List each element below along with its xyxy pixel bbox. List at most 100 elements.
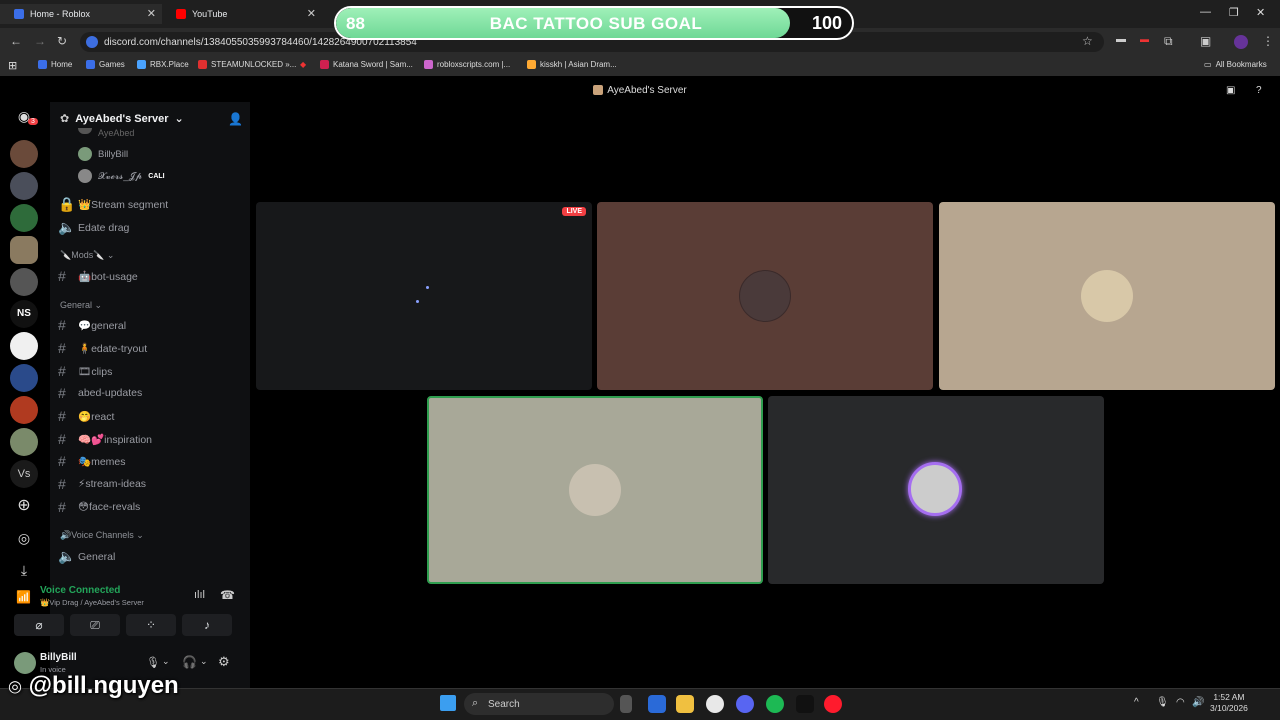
bookmark-home[interactable]: Home [38,60,72,69]
bookmark-games[interactable]: Games [86,60,125,69]
profile-avatar[interactable] [1234,35,1248,49]
signal-icon[interactable]: 📶 [16,590,31,604]
channel-bot-usage[interactable]: # 🤖bot-usage [58,268,248,284]
channel-general[interactable]: # 💬general [58,317,248,333]
stream-tile[interactable]: LIVE [256,202,592,390]
activities-button[interactable]: ⁘ [126,614,176,636]
chevron-down-icon[interactable]: ⌄ [162,656,170,667]
discord-icon[interactable] [736,695,754,713]
tab-youtube[interactable]: YouTube ✕ [162,4,322,24]
headphones-icon[interactable]: 🎧 [182,655,197,669]
system-clock[interactable]: 1:52 AM 3/10/2026 [1210,692,1248,714]
noise-suppression-icon[interactable]: ılıl [194,589,205,601]
minimize-icon[interactable]: — [1200,6,1211,18]
mic-tray-icon[interactable]: 🎙 [1156,697,1169,708]
channel-clips[interactable]: # 🎞clips [58,363,248,379]
discover-icon[interactable]: ◎ [10,524,38,552]
start-button-icon[interactable] [440,695,456,711]
speaker-icon: 🔈 [58,219,76,235]
category-voice-channels[interactable]: 🔊Voice Channels ⌄ [60,530,144,541]
channel-voice-general[interactable]: 🔈 General [58,548,248,565]
camera-off-button[interactable]: ⌀ [14,614,64,636]
side-panel-icon[interactable]: ▣ [1200,34,1211,48]
server-icon[interactable] [10,332,38,360]
taskbar-search[interactable]: ⌕ Search [464,693,614,715]
voice-member[interactable]: AyeAbed [78,128,134,138]
server-icon[interactable] [10,396,38,424]
extensions-puzzle-icon[interactable]: ⧉ [1164,34,1173,49]
server-icon-ns[interactable]: NS [10,300,38,328]
taskbar-app-icon[interactable] [796,695,814,713]
server-icon[interactable] [10,364,38,392]
channel-abed-updates[interactable]: # abed-updates [58,385,248,401]
extension-icon[interactable]: ▬ [1116,34,1126,45]
category-general[interactable]: General ⌄ [60,300,102,311]
category-mods[interactable]: 🔪Mods🔪 ⌄ [60,250,114,261]
participant-tile[interactable] [768,396,1104,584]
restore-icon[interactable]: ❐ [1229,6,1239,19]
channel-stream-ideas[interactable]: # ⚡stream-ideas [58,476,248,492]
avatar[interactable] [14,652,36,674]
server-icon[interactable] [10,428,38,456]
bookmark-steamunlocked[interactable]: STEAMUNLOCKED »... [198,60,296,69]
chevron-down-icon[interactable]: ⌄ [200,656,208,667]
invite-icon[interactable]: 👤 [228,112,243,126]
screen-share-button[interactable]: ⎚ [70,614,120,636]
server-icon-active[interactable] [10,236,38,264]
channel-react[interactable]: # 🤭react [58,408,248,424]
chevron-up-icon[interactable]: ^ [1134,697,1139,708]
participant-tile[interactable] [597,202,933,390]
disconnect-icon[interactable]: ☎ [220,588,235,602]
bookmark-star-icon[interactable]: ☆ [1082,34,1093,48]
add-server-icon[interactable]: ⊕ [10,492,38,520]
site-info-icon[interactable] [86,36,98,48]
inbox-icon[interactable]: ▣ [1226,82,1235,100]
server-icon[interactable] [10,204,38,232]
wifi-icon[interactable]: ◠ [1176,697,1185,708]
apps-grid-icon[interactable]: ⊞ [8,59,17,72]
channel-edate-tryout[interactable]: # 🧍edate-tryout [58,340,248,356]
bookmark-katana[interactable]: Katana Sword | Sam... [320,60,413,69]
soundboard-button[interactable]: ♪ [182,614,232,636]
channel-face-revals[interactable]: # 😳face-revals [58,499,248,515]
goal-title: BAC TATTOO SUB GOAL [489,14,703,33]
taskbar-app-icon[interactable] [648,695,666,713]
microphone-icon[interactable]: 🎙 [146,656,160,669]
back-icon[interactable]: ← [10,34,22,48]
all-bookmarks-folder[interactable]: ▭ All Bookmarks [1204,60,1267,69]
participant-tile[interactable] [939,202,1275,390]
volume-icon[interactable]: 🔊 [1192,697,1204,708]
voice-member[interactable]: BillyBill [78,147,128,161]
forward-icon[interactable]: → [34,34,46,48]
settings-gear-icon[interactable]: ⚙ [218,654,230,670]
tab-roblox[interactable]: Home - Roblox ✕ [0,4,162,24]
voice-member[interactable]: 𝓧𝓿𝓮𝓻𝓼_𝓙𝓹 CALI [78,169,165,183]
reload-icon[interactable]: ↻ [57,34,67,48]
server-icon[interactable] [10,268,38,296]
bookmark-red-icon[interactable]: ◆ [300,60,306,69]
voice-location[interactable]: 👑Vip Drag / AyeAbed's Server [40,598,144,607]
menu-kebab-icon[interactable]: ⋮ [1262,34,1274,48]
opera-icon[interactable] [824,695,842,713]
bookmark-robloxscripts[interactable]: robloxscripts.com |... [424,60,510,69]
close-window-icon[interactable]: ✕ [1256,6,1265,19]
extension-red-icon[interactable]: ▬ [1140,34,1149,44]
participant-tile-speaking[interactable] [427,396,763,584]
server-icon[interactable] [10,140,38,168]
close-tab-icon[interactable]: ✕ [147,7,156,20]
help-icon[interactable]: ? [1256,82,1262,100]
server-header[interactable]: ✿ AyeAbed's Server ⌄ [60,112,184,126]
channel-inspiration[interactable]: # 🧠💕inspiration [58,431,248,447]
channel-edate-drag[interactable]: 🔈 Edate drag [58,219,248,236]
file-explorer-icon[interactable] [676,695,694,713]
chrome-icon[interactable] [706,695,724,713]
channel-memes[interactable]: # 🎭memes [58,453,248,469]
spotify-icon[interactable] [766,695,784,713]
channel-stream-segment[interactable]: 🔒 👑Stream segment [58,196,248,213]
bookmark-rbxplace[interactable]: RBX.Place [137,60,189,69]
bookmark-kisskh[interactable]: kisskh | Asian Dram... [527,60,617,69]
task-view-icon[interactable] [620,695,632,713]
server-icon-vs[interactable]: Vs [10,460,38,488]
server-icon[interactable] [10,172,38,200]
close-tab-icon[interactable]: ✕ [307,7,316,20]
